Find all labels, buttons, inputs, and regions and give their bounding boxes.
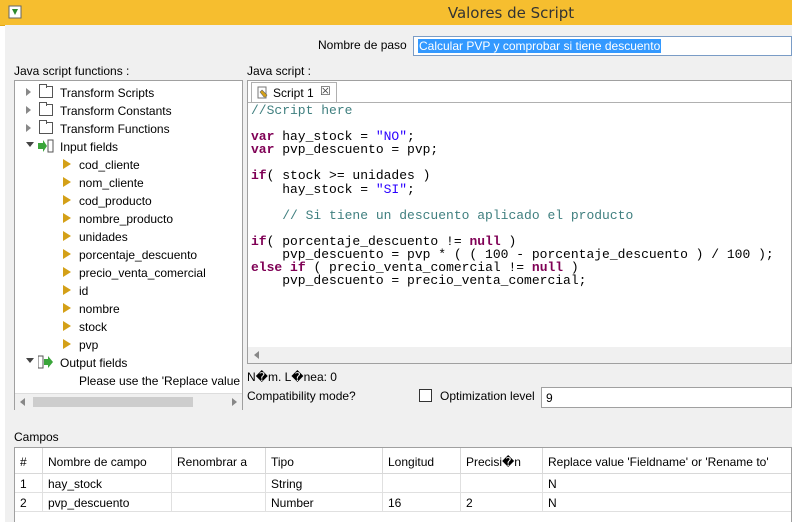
- field-label: cod_producto: [79, 194, 152, 208]
- field-icon: [63, 267, 71, 277]
- expanded-arrow-icon[interactable]: [26, 142, 34, 147]
- tab-label: Script 1: [273, 86, 314, 100]
- column-header[interactable]: Tipo: [266, 448, 383, 474]
- field-label: nom_cliente: [79, 176, 144, 190]
- table-cell[interactable]: String: [266, 474, 383, 493]
- collapsed-arrow-icon[interactable]: [26, 88, 31, 96]
- table-cell[interactable]: N: [543, 474, 791, 493]
- tree-node-label: Transform Constants: [60, 104, 172, 118]
- tab-script-1[interactable]: Script 1 ☒: [251, 82, 337, 102]
- code-area[interactable]: //Script here var hay_stock = "NO"; var p…: [251, 104, 774, 287]
- field-icon: [63, 159, 71, 169]
- functions-label: Java script functions :: [14, 64, 130, 78]
- tree-horizontal-scrollbar[interactable]: [15, 393, 242, 410]
- column-header[interactable]: #: [15, 448, 43, 474]
- fields-label: Campos: [14, 430, 59, 444]
- column-header[interactable]: Longitud: [383, 448, 461, 474]
- folder-icon: [39, 102, 53, 116]
- field-icon: [63, 339, 71, 349]
- script-editor[interactable]: Script 1 ☒ //Script here var hay_stock =…: [247, 80, 792, 364]
- field-label: cod_cliente: [79, 158, 140, 172]
- field-icon: [63, 285, 71, 295]
- code-line: if( stock >= unidades ): [251, 168, 431, 184]
- optimization-level-value: 9: [546, 391, 553, 405]
- compat-mode-label: Compatibility mode?: [247, 389, 356, 403]
- expanded-arrow-icon[interactable]: [26, 358, 34, 363]
- optimization-label: Optimization level: [440, 389, 535, 403]
- tree-node-label: Transform Scripts: [60, 86, 155, 100]
- column-header[interactable]: Renombrar a: [172, 448, 266, 474]
- field-label: pvp: [79, 338, 99, 352]
- code-line: // Si tiene un descuento aplicado el pro…: [251, 207, 634, 223]
- scroll-left-icon[interactable]: [254, 351, 259, 359]
- field-icon: [63, 303, 71, 313]
- field-icon: [63, 231, 71, 241]
- output-note: Please use the 'Replace value 'F: [79, 374, 243, 388]
- field-label: nombre: [79, 302, 120, 316]
- column-header[interactable]: Nombre de campo: [43, 448, 172, 474]
- column-header[interactable]: Replace value 'Fieldname' or 'Rename to': [543, 448, 791, 474]
- step-name-input[interactable]: Calcular PVP y comprobar si tiene descue…: [413, 36, 792, 56]
- fields-table[interactable]: # Nombre de campo Renombrar a Tipo Longitud P…: [14, 447, 792, 522]
- step-name-value: Calcular PVP y comprobar si tiene descue…: [418, 39, 662, 53]
- line-number-label: N�m. L�nea: 0: [247, 370, 337, 384]
- step-name-label: Nombre de paso: [318, 38, 407, 52]
- field-icon: [63, 249, 71, 259]
- editor-horizontal-scrollbar[interactable]: [248, 347, 791, 363]
- tree-node-label: Output fields: [60, 356, 128, 370]
- output-fields-icon: [38, 355, 53, 369]
- field-icon: [63, 213, 71, 223]
- window-title: Valores de Script: [447, 4, 575, 22]
- folder-icon: [39, 84, 53, 98]
- code-line: //Script here: [251, 103, 353, 118]
- field-label: precio_venta_comercial: [79, 266, 206, 280]
- tree-node-label: Input fields: [60, 140, 119, 154]
- field-label: porcentaje_descuento: [79, 248, 198, 262]
- field-icon: [63, 177, 71, 187]
- table-cell[interactable]: 16: [383, 493, 461, 512]
- scroll-left-icon[interactable]: [20, 398, 25, 406]
- table-cell[interactable]: Number: [266, 493, 383, 512]
- functions-tree[interactable]: Transform Scripts Transform Constants Tran…: [14, 80, 243, 410]
- input-fields-icon: [38, 139, 54, 153]
- title-bar: Valores de Script: [0, 0, 792, 26]
- row-number: 1: [15, 474, 43, 493]
- field-label: id: [79, 284, 89, 298]
- field-label: nombre_producto: [79, 212, 174, 226]
- table-cell[interactable]: [383, 474, 461, 493]
- code-line: var pvp_descuento = pvp;: [251, 142, 439, 158]
- table-cell[interactable]: [461, 474, 543, 493]
- field-icon: [63, 195, 71, 205]
- field-label: stock: [79, 320, 108, 334]
- folder-icon: [39, 120, 53, 134]
- script-label: Java script :: [247, 64, 312, 78]
- field-icon: [63, 321, 71, 331]
- table-cell[interactable]: [172, 493, 266, 512]
- collapsed-arrow-icon[interactable]: [26, 124, 31, 132]
- code-line: hay_stock = "SI";: [251, 181, 415, 197]
- column-header[interactable]: Precisi�n: [461, 448, 543, 474]
- scroll-thumb[interactable]: [33, 397, 193, 407]
- collapsed-arrow-icon[interactable]: [26, 106, 31, 114]
- table-cell[interactable]: 2: [461, 493, 543, 512]
- tab-close-icon[interactable]: ☒: [320, 84, 331, 98]
- row-number: 2: [15, 493, 43, 512]
- table-cell[interactable]: hay_stock: [43, 474, 172, 493]
- field-label: unidades: [79, 230, 128, 244]
- code-line: pvp_descuento = precio_venta_comercial;: [251, 273, 587, 289]
- script-file-icon: [257, 86, 268, 99]
- table-cell[interactable]: pvp_descuento: [43, 493, 172, 512]
- table-cell[interactable]: [172, 474, 266, 493]
- compat-mode-checkbox[interactable]: [419, 389, 432, 402]
- optimization-level-input[interactable]: 9: [541, 387, 792, 408]
- tree-node-label: Transform Functions: [60, 122, 170, 136]
- table-cell[interactable]: N: [543, 493, 791, 512]
- scroll-right-icon[interactable]: [232, 398, 237, 406]
